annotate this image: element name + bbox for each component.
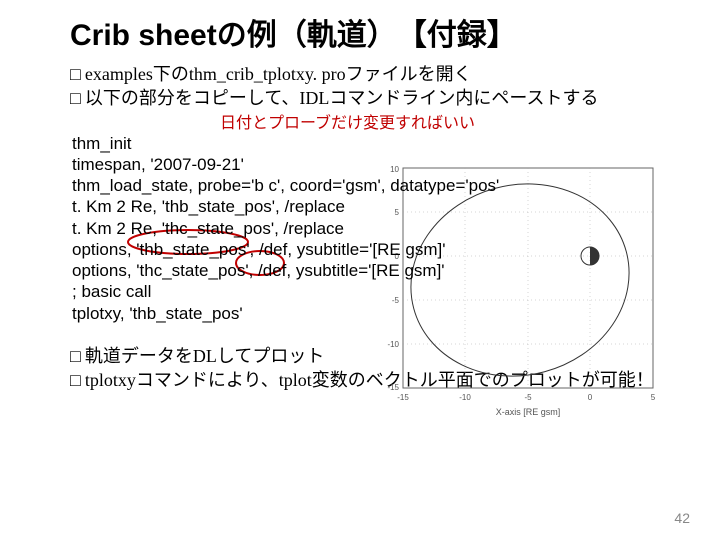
title-jp: の例（軌道） 【付録】 [217,19,517,52]
code-line: thm_load_state, probe='b c', coord='gsm'… [72,175,670,196]
xtick: -10 [459,393,471,402]
xtick: 0 [588,393,593,402]
bullet-top-1: 以下の部分をコピーして、IDLコマンドライン内にペーストする [70,86,670,110]
xtick: -15 [397,393,409,402]
code-line: ; basic call [72,281,670,302]
note-text: 日付とプローブだけ変更すればいい [220,109,670,133]
code-block: thm_init timespan, '2007-09-21' thm_load… [72,133,670,324]
page-title: Crib sheetの例（軌道） 【付録】 [70,10,670,54]
code-line: options, 'thc_state_pos', /def, ysubtitl… [72,260,670,281]
ytick: -10 [387,340,399,349]
bullet-top-0: examples下のthm_crib_tplotxy. proファイルを開く [70,62,670,86]
page-number: 42 [674,510,690,526]
bullet-text: examples下のthm_crib_tplotxy. proファイルを開く [85,64,472,84]
code-line: timespan, '2007-09-21' [72,154,670,175]
xtick: -5 [524,393,532,402]
slide: Crib sheetの例（軌道） 【付録】 examples下のthm_crib… [0,0,720,540]
title-en: Crib sheet [70,19,217,52]
code-line: options, 'thb_state_pos', /def, ysubtitl… [72,239,670,260]
xtick: 5 [651,393,656,402]
code-line: t. Km 2 Re, 'thb_state_pos', /replace [72,196,670,217]
code-line: t. Km 2 Re, 'thc_state_pos', /replace [72,218,670,239]
bullet-text: 以下の部分をコピーして、IDLコマンドライン内にペーストする [85,88,599,108]
code-line: thm_init [72,133,670,154]
ytick: -15 [387,383,399,392]
bullet-text: 軌道データをDLしてプロット [85,346,324,366]
code-line: tplotxy, 'thb_state_pos' [72,303,670,324]
plot-xlabel: X-axis [RE gsm] [496,407,561,417]
